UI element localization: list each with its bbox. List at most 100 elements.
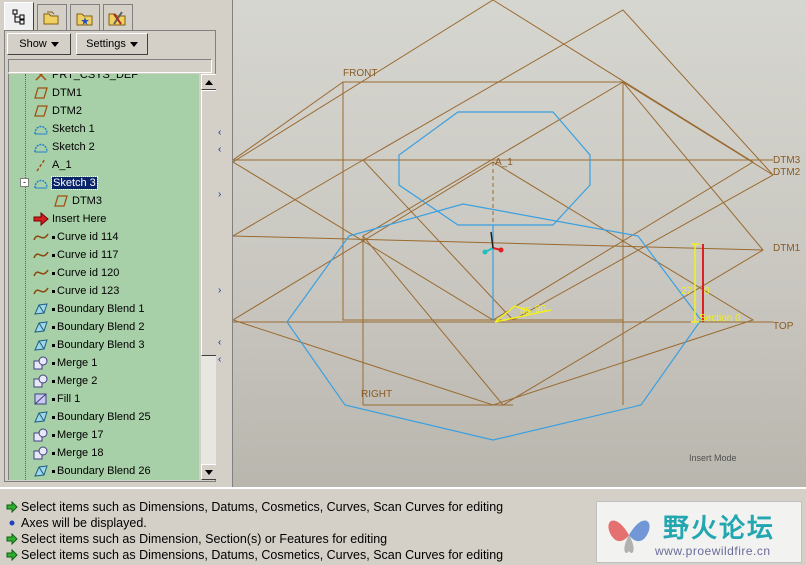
scroll-down-button[interactable] xyxy=(201,464,217,480)
tree-item-label: DTM1 xyxy=(52,87,82,99)
dim-27-value[interactable]: 27 xyxy=(681,286,692,297)
show-menu-button[interactable]: Show xyxy=(7,33,71,55)
settings-menu-button[interactable]: Settings xyxy=(76,33,148,55)
dtm1-datum-label[interactable]: DTM1 xyxy=(773,243,800,254)
tree-item-label: Curve id 114 xyxy=(57,231,119,243)
dim-90-value[interactable]: 90 xyxy=(535,304,546,315)
axis-a1-label[interactable]: A_1 xyxy=(495,157,513,168)
model-tree-icon xyxy=(12,9,25,25)
message-text: Select items such as Dimensions, Datums,… xyxy=(21,500,504,514)
feature-marker-icon xyxy=(52,433,55,437)
boundary-blend-icon xyxy=(33,464,49,478)
curve-icon xyxy=(33,248,49,262)
collapse-toggle-icon[interactable]: - xyxy=(20,178,29,187)
tree-item-label: DTM3 xyxy=(72,195,102,207)
collapse-left-icon[interactable]: ‹ xyxy=(218,338,226,348)
panel-sash[interactable]: ‹ ‹ › › ‹ ‹ xyxy=(216,0,230,487)
feature-marker-icon xyxy=(52,235,55,239)
model-viewport[interactable] xyxy=(233,0,806,487)
dtm2-datum-label[interactable]: DTM2 xyxy=(773,167,800,178)
collapse-left-icon[interactable]: ‹ xyxy=(218,128,226,138)
tree-item-label: Sketch 1 xyxy=(52,123,95,135)
octagon-upper-curve[interactable] xyxy=(398,111,591,226)
right-datum-label[interactable]: RIGHT xyxy=(361,389,392,400)
tree-vertical-scrollbar[interactable] xyxy=(200,74,217,480)
tree-item[interactable]: Curve id 123 xyxy=(33,282,119,300)
tree-item[interactable]: Merge 18 xyxy=(33,444,103,462)
tree-item[interactable]: DTM2 xyxy=(33,102,82,120)
datum-plane-icon xyxy=(33,104,49,118)
collapse-left-icon[interactable]: ‹ xyxy=(218,355,226,365)
top-datum-label[interactable]: TOP xyxy=(773,321,793,332)
feature-marker-icon xyxy=(52,271,55,275)
tree-item[interactable]: Merge 2 xyxy=(33,372,97,390)
tree-item[interactable]: Sketch 1 xyxy=(33,120,95,138)
tree-item[interactable]: Curve id 117 xyxy=(33,246,119,264)
graphics-window[interactable]: FRONT RIGHT TOP DTM1 DTM2 DTM3 A_1 Secti… xyxy=(232,0,806,487)
tree-item-label: Merge 1 xyxy=(57,357,98,369)
tree-item-label: Boundary Blend 26 xyxy=(57,465,151,477)
watermark-logo-icon xyxy=(608,520,650,554)
tools-icon xyxy=(108,10,126,25)
expand-right-icon[interactable]: › xyxy=(218,190,226,200)
datum-plane-icon xyxy=(53,194,69,208)
datum-planes xyxy=(233,0,774,406)
insert-arrow-icon xyxy=(33,212,49,226)
tree-item[interactable]: Curve id 114 xyxy=(33,228,119,246)
dim-0-value[interactable]: 0 xyxy=(704,286,710,297)
feature-marker-icon xyxy=(52,289,55,293)
tree-item[interactable]: Sketch 2 xyxy=(33,138,95,156)
tree-item[interactable]: Boundary Blend 3 xyxy=(33,336,144,354)
curve-icon xyxy=(33,230,49,244)
chevron-up-icon xyxy=(205,79,213,85)
front-datum-plane[interactable] xyxy=(342,81,624,321)
tree-item[interactable]: Merge 17 xyxy=(33,426,103,444)
feature-marker-icon xyxy=(52,253,55,257)
tree-item-label: Sketch 3 xyxy=(51,176,98,190)
section-label[interactable]: Section 0 xyxy=(699,313,741,324)
dtm3-datum-label[interactable]: DTM3 xyxy=(773,155,800,166)
tree-item[interactable]: Boundary Blend 2 xyxy=(33,318,144,336)
curve-icon xyxy=(33,266,49,280)
tree-item-label: Boundary Blend 3 xyxy=(57,339,145,351)
expand-right-icon[interactable]: › xyxy=(218,286,226,296)
tree-item-label: Curve id 117 xyxy=(57,249,119,261)
datum-plane-icon xyxy=(33,86,49,100)
tree-item-label: DTM2 xyxy=(52,105,82,117)
tree-item[interactable]: Merge 1 xyxy=(33,354,97,372)
tree-column-header[interactable] xyxy=(8,59,212,73)
tree-item-label: Insert Here xyxy=(52,213,107,225)
folder-icon xyxy=(43,11,59,24)
sketch-icon xyxy=(33,140,49,154)
tree-item[interactable]: Sketch 3 xyxy=(33,174,98,192)
tree-item[interactable]: PRT_CSYS_DEF xyxy=(33,74,138,84)
front-datum-label[interactable]: FRONT xyxy=(343,68,377,79)
scroll-up-button[interactable] xyxy=(201,74,217,90)
tree-item[interactable]: Boundary Blend 1 xyxy=(33,300,144,318)
tree-item[interactable]: Insert Here xyxy=(33,210,106,228)
scroll-thumb[interactable] xyxy=(201,90,217,356)
tree-item[interactable]: Fill 1 xyxy=(33,390,80,408)
tree-item[interactable]: Boundary Blend 25 xyxy=(33,408,151,426)
green-arrow-icon xyxy=(6,501,18,513)
chevron-down-icon xyxy=(50,41,59,47)
tree-item[interactable]: A_1 xyxy=(33,156,72,174)
tree-item[interactable]: DTM1 xyxy=(33,84,82,102)
dtm2-datum-plane[interactable] xyxy=(362,9,774,321)
tree-item[interactable]: Curve id 120 xyxy=(33,264,119,282)
folder-browser-tab[interactable] xyxy=(37,4,67,30)
favorites-tab[interactable] xyxy=(70,4,100,30)
navigator-panel: Show Settings PRT_CSYS_DEF DTM1 DTM2 Sketch… xyxy=(0,0,232,487)
feature-marker-icon xyxy=(52,469,55,473)
sketch-icon xyxy=(33,176,49,190)
tree-item[interactable]: DTM3 xyxy=(53,192,102,210)
model-tree[interactable]: PRT_CSYS_DEF DTM1 DTM2 Sketch 1 Sketch 2 A_1 S… xyxy=(8,74,199,480)
dim-45-value[interactable]: 45 xyxy=(520,306,531,317)
tree-item[interactable]: Boundary Blend 26 xyxy=(33,462,151,480)
collapse-left-icon[interactable]: ‹ xyxy=(218,145,226,155)
model-tree-tab[interactable] xyxy=(4,2,34,31)
boundary-blend-icon xyxy=(33,410,49,424)
connections-tab[interactable] xyxy=(103,4,133,30)
sketch-icon xyxy=(33,122,49,136)
boundary-blend-icon xyxy=(33,302,49,316)
